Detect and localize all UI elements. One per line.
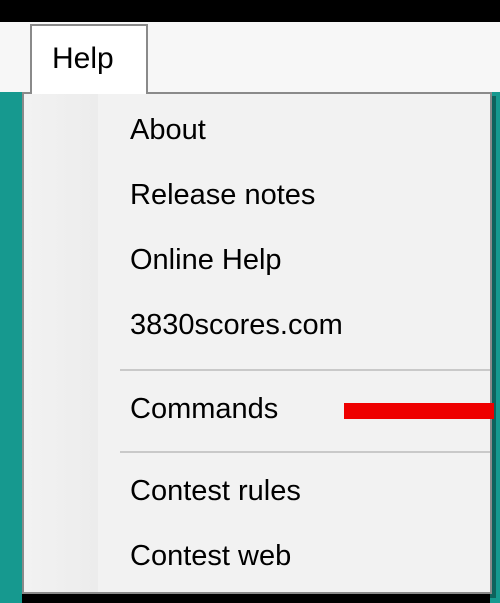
menu-help[interactable]: Help [30, 24, 148, 94]
menu-separator [120, 451, 490, 453]
menu-item-contest-rules[interactable]: Contest rules [24, 461, 490, 523]
menu-item-label: 3830scores.com [130, 309, 343, 341]
menu-item-label: Contest rules [130, 475, 301, 507]
menu-item-label: Online Help [130, 244, 282, 276]
help-dropdown-menu: About Release notes Online Help 3830scor… [22, 92, 494, 594]
menu-item-3830scores[interactable]: 3830scores.com [24, 295, 490, 357]
menu-item-release-notes[interactable]: Release notes [24, 165, 490, 227]
menu-item-about[interactable]: About [24, 100, 490, 162]
menu-item-label: Commands [130, 393, 279, 425]
annotation-arrow-marker [344, 403, 494, 419]
menu-item-label: Contest web [130, 540, 292, 572]
menu-item-label: About [130, 114, 206, 146]
menu-separator [120, 369, 490, 371]
menu-item-contest-web[interactable]: Contest web [24, 526, 490, 588]
window-background-left [0, 92, 22, 603]
menu-item-label: Release notes [130, 179, 316, 211]
menu-item-online-help[interactable]: Online Help [24, 230, 490, 292]
screenshot-stage: Help About Release notes Online Help 383… [0, 0, 500, 603]
menu-help-label: Help [52, 42, 114, 75]
